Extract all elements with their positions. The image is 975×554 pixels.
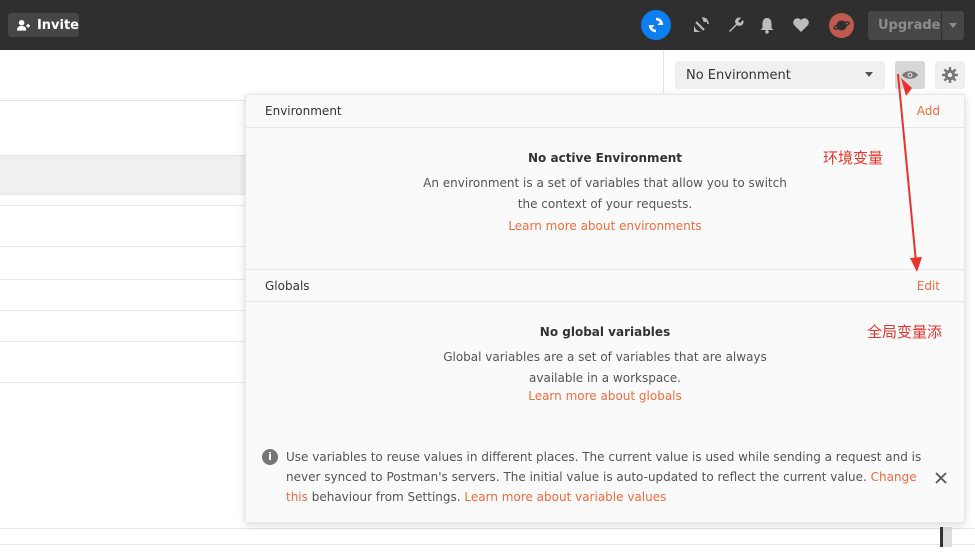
annotation-arrow-head: [901, 78, 912, 96]
annotation-arrow-line: [897, 73, 917, 263]
annotation-arrow-head: [910, 257, 922, 272]
annotation-arrows: [897, 73, 922, 272]
